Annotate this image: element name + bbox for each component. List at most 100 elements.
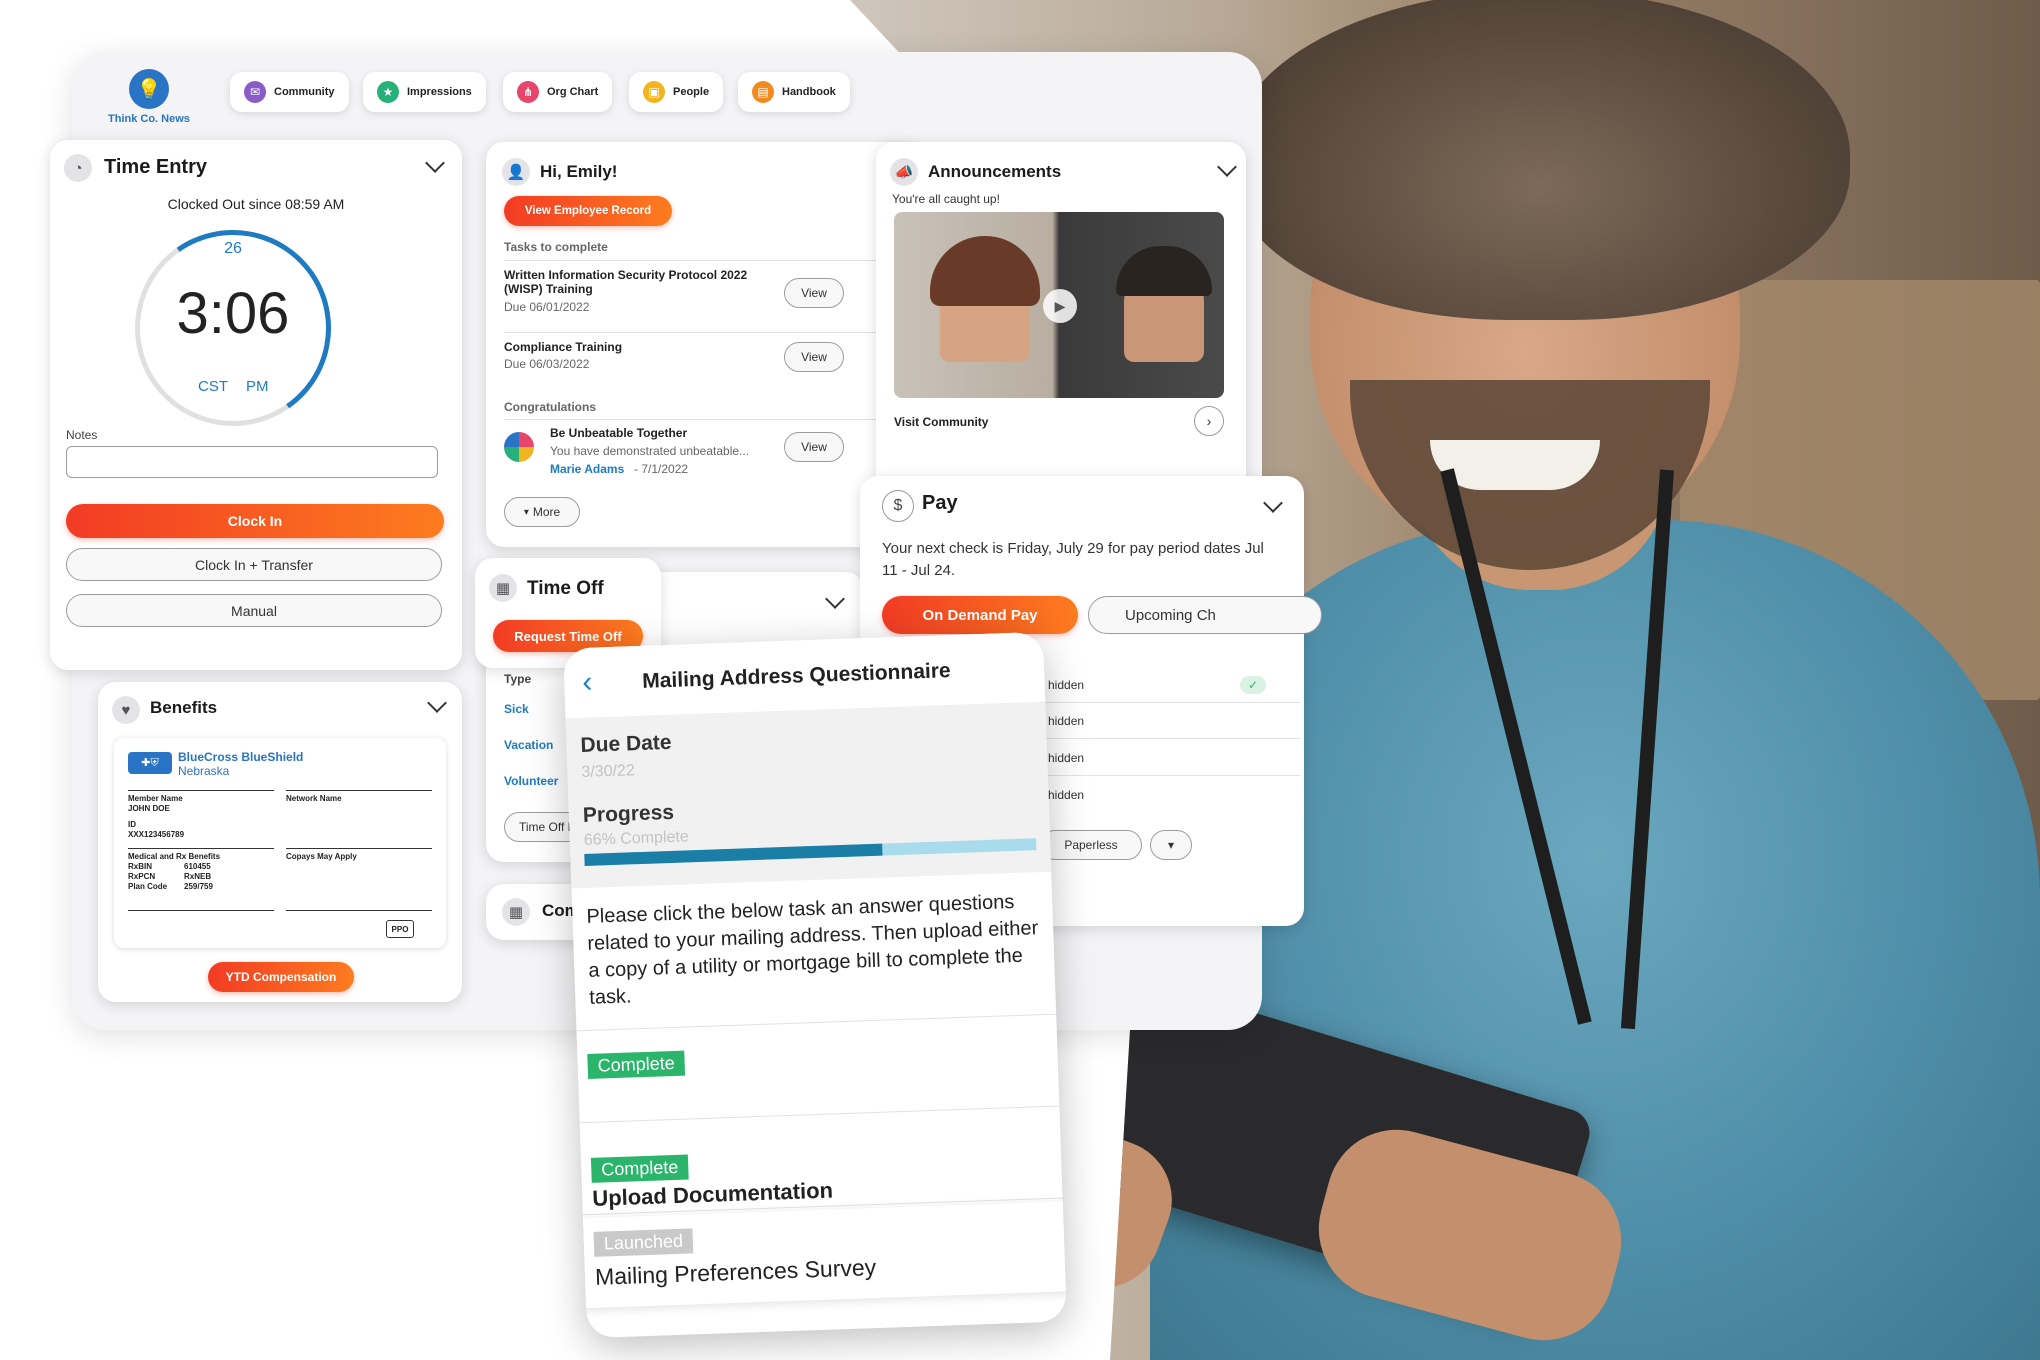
time-entry-card: ◔ Time Entry Clocked Out since 08:59 AM … (50, 140, 462, 670)
congrats-date: - 7/1/2022 (634, 462, 689, 476)
divider (1020, 775, 1300, 776)
ytd-compensation-button[interactable]: YTD Compensation (208, 962, 354, 992)
visit-community-link[interactable]: Visit Community (894, 415, 988, 429)
task-row[interactable]: Complete (577, 1016, 1059, 1113)
chevron-down-icon: ▾ (523, 506, 529, 518)
task-name: Written Information Security Protocol 20… (504, 268, 748, 282)
org-chart-icon: ⋔ (517, 81, 539, 103)
congrats-title: Be Unbeatable Together (550, 426, 688, 440)
chevron-down-icon[interactable] (1263, 493, 1283, 513)
community-icon: ✉ (244, 81, 266, 103)
bulb-logo-icon[interactable]: 💡 (129, 69, 169, 109)
type-sick[interactable]: Sick (504, 702, 529, 716)
divider (1020, 738, 1300, 739)
type-label: Type (504, 672, 532, 686)
chevron-down-icon[interactable] (425, 153, 445, 173)
due-date-value: 3/30/22 (581, 762, 636, 782)
time-entry-title: Time Entry (104, 156, 207, 178)
play-icon[interactable]: ▶ (1043, 289, 1077, 323)
congrats-item[interactable]: Be Unbeatable Together You have demonstr… (504, 426, 902, 476)
id-value: XXX123456789 (128, 830, 185, 839)
dollar-icon: $ (882, 490, 914, 522)
pay-row-value: hidden (1048, 678, 1085, 692)
announcements-title: Announcements (928, 162, 1062, 181)
task-row[interactable]: Complete Upload Documentation (580, 1108, 1062, 1211)
questionnaire-instructions: Please click the below task an answer qu… (586, 891, 1039, 1009)
chevron-right-icon[interactable]: › (1194, 406, 1224, 436)
insurance-card[interactable]: ✚⛨ BlueCross BlueShield Nebraska Member … (114, 738, 446, 948)
rxpcn-label: RxPCN (128, 872, 156, 881)
rxbin-value: 610455 (184, 862, 211, 871)
paperless-button[interactable]: Paperless (1040, 830, 1142, 860)
benefits-title: Benefits (150, 698, 218, 717)
video-person-left-hair (930, 236, 1040, 306)
insurer-region: Nebraska (178, 764, 230, 778)
status-badge: Launched (593, 1228, 694, 1257)
insurer-name: BlueCross BlueShield (178, 750, 304, 764)
chevron-down-icon[interactable] (825, 589, 845, 609)
divider (286, 848, 432, 849)
chevron-left-icon[interactable]: ‹ (582, 666, 593, 699)
clock-status: Clocked Out since 08:59 AM (167, 196, 345, 212)
heart-icon: ♥ (112, 696, 140, 724)
task-item[interactable]: Written Information Security Protocol 20… (504, 268, 902, 328)
congrats-text: You have demonstrated unbeatable... (550, 444, 750, 458)
notes-input[interactable] (66, 446, 438, 478)
nav-org-chart[interactable]: ⋔ Org Chart (503, 72, 613, 112)
video-thumbnail[interactable]: ▶ (894, 212, 1224, 398)
clock-time: 3:06 (176, 281, 290, 346)
divider (504, 260, 902, 261)
rxbin-label: RxBIN (128, 862, 153, 871)
logo-text: Think Co. News (108, 113, 190, 125)
clock-in-button[interactable]: Clock In (66, 504, 444, 538)
progress-text: 66% Complete (583, 828, 690, 849)
on-demand-pay-button[interactable]: On Demand Pay (882, 596, 1078, 634)
questionnaire-summary: Due Date 3/30/22 Progress 66% Complete (565, 701, 1052, 889)
tasks-heading: Tasks to complete (504, 240, 608, 254)
copays-label: Copays May Apply (286, 852, 357, 861)
view-task-button[interactable]: View (784, 278, 844, 308)
megaphone-icon: 📣 (890, 158, 918, 186)
plan-code-value: 259/759 (184, 882, 213, 891)
notes-label: Notes (66, 428, 98, 442)
congrats-author[interactable]: Marie Adams (550, 462, 624, 476)
more-label: More (532, 505, 561, 519)
manual-button[interactable]: Manual (66, 594, 442, 627)
more-pay-button[interactable]: ▾ (1150, 830, 1192, 860)
check-icon: ✓ (1240, 676, 1266, 694)
medical-label: Medical and Rx Benefits (128, 852, 221, 861)
more-button[interactable]: ▾ More (504, 497, 580, 527)
nav-impressions[interactable]: ★ Impressions (363, 72, 486, 112)
nav-handbook[interactable]: ▤ Handbook (738, 72, 850, 112)
pay-row-value: hidden (1048, 751, 1085, 765)
chevron-down-icon[interactable] (427, 693, 447, 713)
type-vacation[interactable]: Vacation (504, 738, 553, 752)
nav-label: People (673, 86, 710, 98)
type-volunteer[interactable]: Volunteer (504, 774, 558, 788)
divider (504, 419, 902, 420)
pay-row-value: hidden (1048, 788, 1085, 802)
pay-row-value: hidden (1048, 714, 1085, 728)
status-badge: Complete (587, 1050, 686, 1079)
caught-up-text: You're all caught up! (892, 192, 1000, 206)
handbook-icon: ▤ (752, 81, 774, 103)
nav-people[interactable]: ▣ People (629, 72, 724, 112)
greeting-card: 👤 Hi, Emily! View Employee Record Tasks … (486, 142, 922, 547)
upcoming-checks-button[interactable]: Upcoming Ch (1088, 596, 1322, 634)
questionnaire-mobile-panel: ‹ Mailing Address Questionnaire Due Date… (563, 631, 1067, 1339)
task-name: Mailing Preferences Survey (594, 1254, 877, 1290)
view-employee-record-button[interactable]: View Employee Record (504, 196, 672, 226)
view-task-button[interactable]: View (784, 342, 844, 372)
divider (504, 332, 902, 333)
chevron-down-icon[interactable] (1217, 157, 1237, 177)
divider (128, 790, 274, 791)
task-row[interactable]: Launched Mailing Preferences Survey (575, 1201, 1067, 1309)
clock-in-transfer-button[interactable]: Clock In + Transfer (66, 548, 442, 581)
task-item[interactable]: Compliance Training Due 06/03/2022 View (504, 340, 902, 384)
clock-meridiem: PM (246, 378, 269, 395)
pay-next-check-text: Your next check is Friday, July 29 for p… (882, 540, 1264, 579)
nav-community[interactable]: ✉ Community (230, 72, 349, 112)
member-name: JOHN DOE (128, 804, 170, 813)
view-congrats-button[interactable]: View (784, 432, 844, 462)
nav-label: Community (274, 86, 335, 98)
